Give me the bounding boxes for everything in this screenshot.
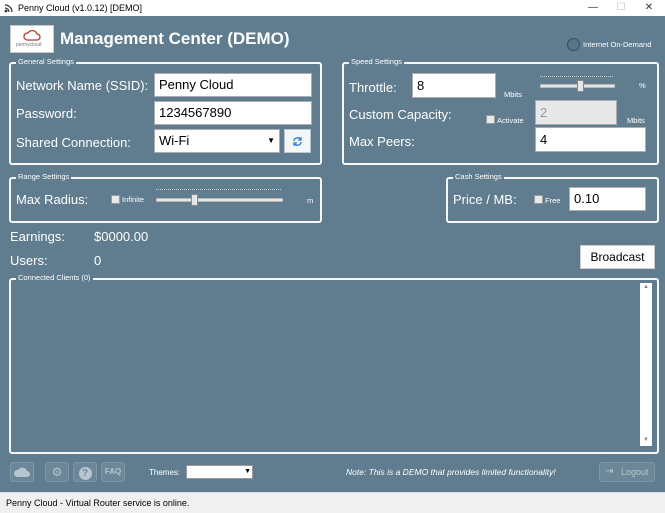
- help-icon: ?: [78, 467, 92, 480]
- cloud-icon: [13, 467, 30, 477]
- max-peers-input[interactable]: 4: [535, 127, 646, 152]
- scroll-down-icon[interactable]: ▼: [643, 437, 649, 443]
- internet-toggle-label: Internet On-Demand: [583, 40, 652, 49]
- range-settings-title: Range Settings: [16, 172, 72, 181]
- throttle-slider-ticks: [540, 76, 613, 79]
- shared-connection-label: Shared Connection:: [16, 135, 131, 150]
- capacity-unit: Mbits: [627, 116, 645, 125]
- connected-clients-title: Connected Clients (0): [16, 273, 93, 282]
- cloud-button[interactable]: [10, 462, 34, 482]
- throttle-slider-thumb[interactable]: [577, 80, 585, 92]
- shared-connection-select[interactable]: Wi-Fi ▼: [154, 129, 280, 153]
- price-label: Price / MB:: [453, 192, 517, 207]
- demo-note: Note: This is a DEMO that provides limit…: [346, 467, 556, 477]
- ssid-label: Network Name (SSID):: [16, 78, 149, 93]
- general-settings-title: General Settings: [16, 57, 76, 66]
- throttle-label: Throttle:: [349, 80, 397, 95]
- ssid-input[interactable]: Penny Cloud: [154, 73, 312, 97]
- radius-slider-track[interactable]: [156, 198, 283, 202]
- gear-icon: ⚙: [51, 465, 63, 479]
- refresh-button[interactable]: [284, 129, 311, 153]
- free-checkbox[interactable]: [534, 195, 543, 204]
- max-radius-label: Max Radius:: [16, 192, 89, 207]
- throttle-input[interactable]: 8: [412, 73, 496, 98]
- users-value: 0: [94, 253, 102, 268]
- themes-select[interactable]: ▼: [186, 465, 253, 479]
- help-button[interactable]: ?: [73, 462, 97, 482]
- cash-settings-title: Cash Settings: [453, 172, 504, 181]
- speed-settings-title: Speed Settings: [349, 57, 404, 66]
- logout-label: Logout: [621, 467, 649, 477]
- radius-unit: m: [307, 196, 314, 205]
- connected-clients-group: Connected Clients (0): [9, 273, 659, 454]
- faq-button[interactable]: FAQ: [101, 462, 125, 482]
- infinite-checkbox[interactable]: [111, 195, 120, 204]
- maximize-button[interactable]: ☐: [607, 0, 635, 16]
- cloud-logo-icon: [23, 29, 41, 41]
- infinite-label: Infinite: [122, 195, 145, 204]
- window-title: Penny Cloud (v1.0.12) [DEMO]: [18, 3, 143, 13]
- clients-scrollbar[interactable]: ▲ ▼: [640, 283, 652, 446]
- status-bar: Penny Cloud - Virtual Router service is …: [0, 492, 665, 513]
- radius-slider-thumb[interactable]: [190, 194, 198, 206]
- activate-checkbox[interactable]: [486, 115, 495, 124]
- themes-label: Themes:: [149, 468, 181, 477]
- title-bar: Penny Cloud (v1.0.12) [DEMO] — ☐ ✕: [0, 0, 665, 16]
- broadcast-button[interactable]: Broadcast: [580, 245, 655, 269]
- scroll-up-icon[interactable]: ▲: [643, 284, 649, 290]
- earnings-label: Earnings:: [10, 229, 65, 244]
- settings-button[interactable]: ⚙: [45, 462, 69, 482]
- page-title: Management Center (DEMO): [60, 29, 290, 48]
- max-peers-label: Max Peers:: [349, 134, 415, 149]
- password-label: Password:: [16, 106, 77, 121]
- users-label: Users:: [10, 253, 48, 268]
- throttle-unit: Mbits: [504, 90, 522, 99]
- price-input[interactable]: 0.10: [569, 187, 646, 211]
- app-wifi-icon: [4, 2, 14, 13]
- chevron-down-icon: ▼: [244, 468, 251, 475]
- password-input[interactable]: 1234567890: [154, 101, 312, 125]
- status-text: Penny Cloud - Virtual Router service is …: [6, 498, 190, 508]
- internet-toggle-icon[interactable]: [567, 38, 580, 51]
- free-label: Free: [545, 196, 561, 205]
- shared-connection-value: Wi-Fi: [159, 133, 190, 148]
- radius-slider-ticks: [156, 189, 281, 192]
- close-button[interactable]: ✕: [635, 0, 663, 16]
- logo-text: pennycloud: [16, 42, 42, 48]
- capacity-input[interactable]: 2: [535, 100, 617, 125]
- logout-icon: ⇥: [605, 466, 614, 477]
- chevron-down-icon: ▼: [267, 136, 275, 145]
- faq-label: FAQ: [104, 467, 122, 476]
- refresh-icon: [293, 137, 302, 146]
- custom-capacity-label: Custom Capacity:: [349, 107, 452, 122]
- percent-unit: %: [639, 81, 646, 90]
- logout-button[interactable]: ⇥ Logout: [599, 462, 655, 482]
- earnings-value: $0000.00: [94, 229, 149, 244]
- app-logo: pennycloud: [10, 25, 54, 53]
- activate-label: Activate: [497, 116, 524, 125]
- minimize-button[interactable]: —: [579, 0, 607, 16]
